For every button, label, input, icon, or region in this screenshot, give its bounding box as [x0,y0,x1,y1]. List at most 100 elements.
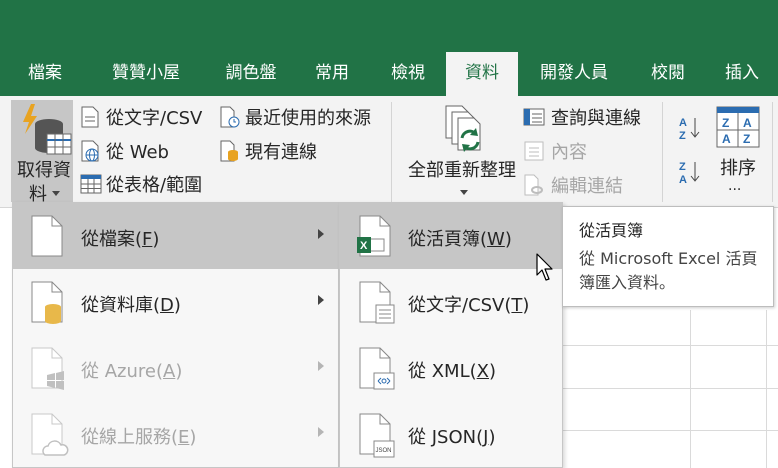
svg-text:A: A [679,117,687,129]
sort-descending-button[interactable]: ZA [678,158,702,186]
menu-item-from-database[interactable]: 從資料庫(D) [13,269,338,335]
existing-connections-button[interactable]: 現有連線 [219,138,329,164]
svg-text:Z: Z [722,116,729,130]
refresh-all-button[interactable]: 全部重新整理 [400,100,520,202]
refresh-icon [445,105,481,152]
database-file-icon [31,281,63,324]
menu-item-from-file[interactable]: 從檔案(F) [13,203,338,269]
tab-palette[interactable]: 調色盤 [210,52,292,96]
submenu-arrow-icon [318,229,324,239]
text-document-icon [359,281,395,324]
tab-view[interactable]: 檢視 [376,52,440,96]
ribbon-data-panel: 取得資 料 從文字/CSV 從 Web 從表格/範圍 最近使用的來源 現有連線 [0,96,778,208]
get-data-button[interactable]: 取得資 料 [11,100,73,205]
web-page-icon [81,140,99,162]
tab-home[interactable]: 常用 [300,52,364,96]
grid-line [766,310,767,468]
from-text-csv-label: 從文字/CSV [106,108,203,129]
from-web-label: 從 Web [106,142,169,163]
submenu-arrow-icon [318,427,324,437]
tab-file[interactable]: 檔案 [14,52,76,96]
menu-item-label: 從 XML(X) [408,361,497,382]
refresh-all-label: 全部重新整理 [408,160,516,181]
text-file-icon [81,106,99,128]
menu-item-from-online-services: 從線上服務(E) [13,401,338,467]
sort-ascending-button[interactable]: AZ [678,114,702,142]
menu-item-label: 從線上服務(E) [81,427,197,448]
grid-line [560,345,778,346]
svg-text:Z: Z [743,132,750,146]
menu-item-from-json[interactable]: JSON 從 JSON(J) [340,401,562,467]
sort-za-icon: ZA [679,161,700,186]
json-icon-label: JSON [376,448,392,454]
database-lightning-icon [23,104,72,155]
properties-button: 內容 [523,138,603,164]
existing-connections-icon [220,140,238,162]
tooltip-body: 從 Microsoft Excel 活頁簿匯入資料。 [579,249,758,292]
table-icon [80,174,102,194]
get-data-menu: 從檔案(F) 從資料庫(D) 從 Azure(A) 從線上服務(E) [12,202,339,468]
dropdown-caret-icon [460,190,468,195]
menu-item-from-workbook[interactable]: X 從活頁簿(W) [340,203,562,269]
edit-links-button: 編輯連結 [523,172,633,198]
tooltip-title: 從活頁簿 [579,221,644,240]
svg-text:A: A [722,132,731,146]
tab-insert[interactable]: 插入 [712,52,772,96]
recent-sources-label: 最近使用的來源 [245,108,371,129]
menu-item-label: 從 JSON(J) [408,427,496,448]
dropdown-caret-icon [52,191,60,196]
sort-button[interactable]: Z A A Z 排序 ... [710,102,766,202]
from-table-range-button[interactable]: 從表格/範圍 [80,171,210,197]
tab-data[interactable]: 資料 [446,52,518,96]
menu-item-from-text-csv[interactable]: 從文字/CSV(T) [340,269,562,335]
svg-text:Z: Z [679,130,686,142]
recent-sources-icon [220,106,240,128]
menu-item-label: 從活頁簿(W) [408,229,512,250]
tab-zanzan-house[interactable]: 贊贊小屋 [96,52,196,96]
azure-windows-icon [31,347,64,390]
from-file-submenu: X 從活頁簿(W) 從文字/CSV(T) 從 XML(X) JSON 從 JSO… [339,202,563,468]
mouse-pointer-icon [536,253,553,281]
sort-dialog-icon: Z A A Z [716,106,760,148]
recent-sources-button[interactable]: 最近使用的來源 [219,104,379,130]
svg-text:A: A [679,174,687,186]
sort-az-icon: AZ [679,117,700,142]
queries-connections-button[interactable]: 查詢與連線 [523,104,653,130]
sort-label: 排序 [720,158,756,179]
tab-review[interactable]: 校閱 [636,52,700,96]
svg-text:A: A [743,116,752,130]
excel-workbook-icon: X [357,215,391,257]
properties-icon [524,141,544,161]
menu-item-label: 從檔案(F) [81,229,160,250]
svg-text:X: X [360,240,368,252]
edit-links-label: 編輯連結 [551,176,623,197]
json-file-icon: JSON [359,413,395,458]
tab-developer[interactable]: 開發人員 [526,52,622,96]
xml-file-icon [359,347,395,390]
menu-item-from-xml[interactable]: 從 XML(X) [340,335,562,401]
menu-item-from-azure: 從 Azure(A) [13,335,338,401]
cloud-file-icon [31,413,69,456]
existing-connections-label: 現有連線 [245,142,317,163]
workbook-tooltip: 從活頁簿 從 Microsoft Excel 活頁簿匯入資料。 [562,206,774,307]
from-table-range-label: 從表格/範圍 [106,175,203,196]
ribbon-separator [662,102,663,202]
menu-item-label: 從文字/CSV(T) [408,295,530,316]
queries-connections-label: 查詢與連線 [551,108,641,129]
grid-line [560,388,778,389]
queries-icon [523,108,545,126]
grid-line [560,430,778,431]
get-data-label-1: 取得資 [17,160,71,181]
edit-links-icon [524,174,543,196]
ribbon-separator [391,102,392,202]
submenu-arrow-icon [318,295,324,305]
file-icon [31,215,63,257]
ribbon-separator [772,102,773,202]
menu-item-label: 從資料庫(D) [81,295,181,316]
menu-item-label: 從 Azure(A) [81,361,183,382]
submenu-arrow-icon [318,361,324,371]
properties-label: 內容 [551,142,587,163]
from-text-csv-button[interactable]: 從文字/CSV [80,104,210,130]
svg-text:Z: Z [679,161,686,173]
from-web-button[interactable]: 從 Web [80,138,190,164]
